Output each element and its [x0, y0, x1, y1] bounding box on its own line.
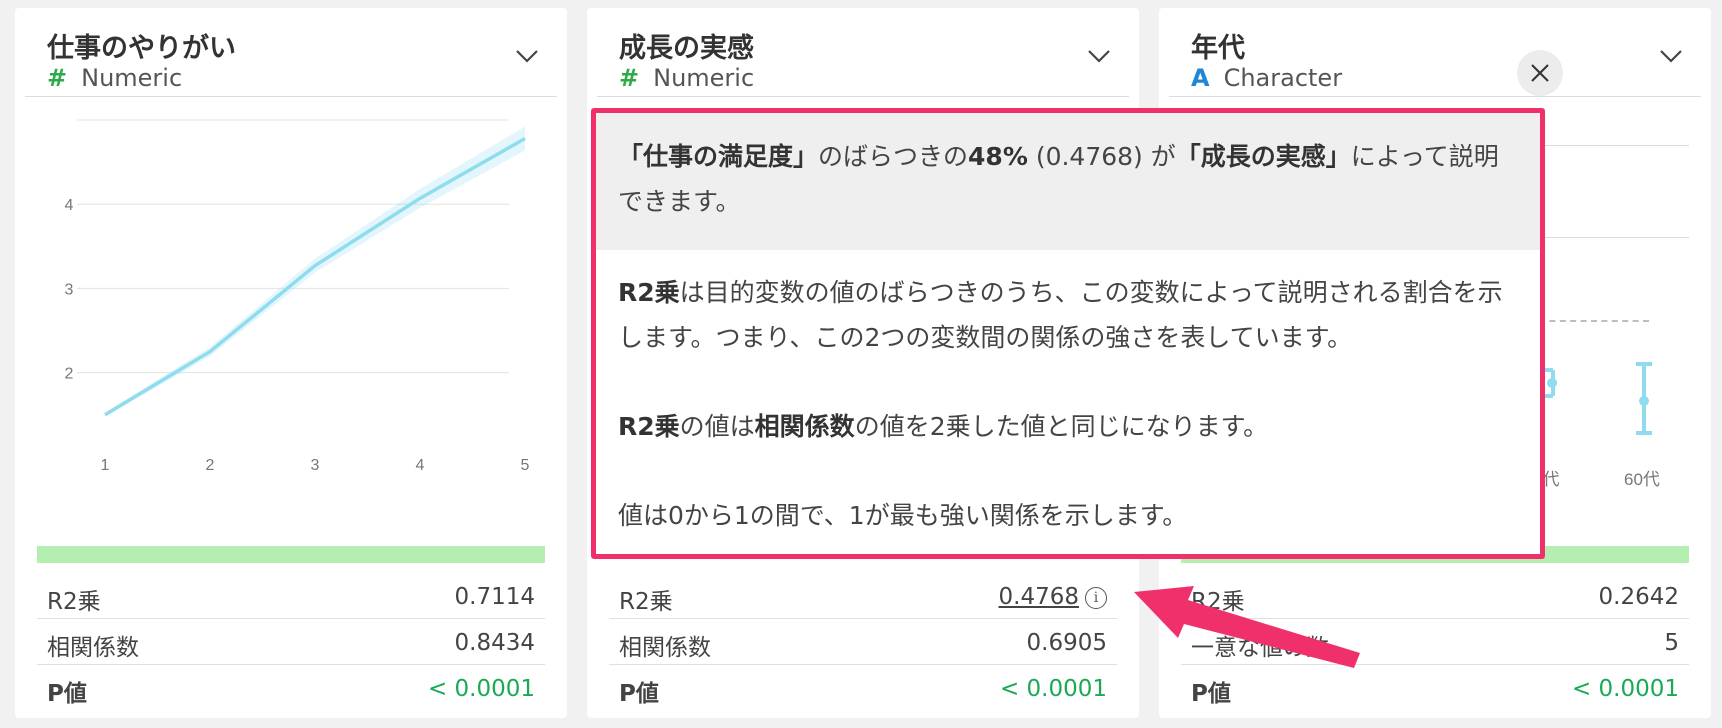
stat-value: 0.7114: [454, 584, 535, 610]
stat-value: < 0.0001: [999, 676, 1107, 702]
stat-label: R2乗: [47, 589, 101, 615]
y-tick-label: 3: [65, 281, 74, 298]
y-tick-label: 2: [65, 366, 74, 383]
stat-value: 0.2642: [1598, 584, 1679, 610]
card-type: A Character: [1191, 64, 1342, 92]
variable-card-1: 仕事のやりがい # Numeric 2 3 4 1 2 3 4 5 R2乗 0.7114 相関係…: [15, 8, 567, 718]
close-icon: [1531, 64, 1549, 82]
type-label: Character: [1223, 64, 1343, 92]
card-title: 成長の実感: [619, 33, 754, 64]
popup-paragraph: R2乗の値は相関係数の値を2乗した値と同じになります。: [618, 404, 1518, 449]
stat-value: 0.6905: [1026, 630, 1107, 656]
popup-text-fragment: 値は0から1の間で、1が最も強い関係を示します。: [618, 501, 1188, 530]
stat-row-pvalue: P値 < 0.0001: [609, 665, 1117, 710]
numeric-type-icon: #: [47, 64, 68, 92]
popup-text-fragment: の値を2乗した値と同じになります。: [854, 412, 1269, 441]
card-title: 年代: [1191, 33, 1245, 64]
popup-text-fragment: の値は: [679, 412, 755, 441]
chevron-down-icon[interactable]: [1085, 42, 1113, 70]
popup-text-fragment: 相関係数: [754, 412, 855, 441]
x-tick-label: 5: [521, 457, 530, 474]
popup-text-fragment: 「仕事の満足度」: [618, 142, 819, 171]
stat-label: P値: [47, 681, 87, 707]
popup-paragraph: R2乗は目的変数の値のばらつきのうち、この変数によって説明される割合を示します。…: [618, 270, 1518, 360]
stat-label: 相関係数: [619, 635, 711, 661]
stats-table: R2乗 0.4768 i 相関係数 0.6905 P値 < 0.0001: [609, 573, 1117, 710]
stat-row-pvalue: P値 < 0.0001: [37, 665, 545, 710]
r2-value-link[interactable]: 0.4768: [999, 584, 1079, 610]
x-tick-label: 60代: [1624, 470, 1660, 489]
popup-paragraph: 値は0から1の間で、1が最も強い関係を示します。: [618, 493, 1518, 538]
type-label: Numeric: [653, 64, 755, 92]
popup-text-fragment: (0.4768) が: [1027, 142, 1176, 171]
type-label: Numeric: [81, 64, 183, 92]
r2-bar: [37, 546, 545, 563]
x-tick-label: 2: [206, 457, 215, 474]
popup-text-fragment: R2乗: [618, 278, 680, 307]
stats-table: R2乗 0.7114 相関係数 0.8434 P値 < 0.0001: [37, 573, 545, 710]
card-type: # Numeric: [47, 64, 182, 92]
x-tick-label: 4: [416, 457, 425, 474]
card-title: 仕事のやりがい: [47, 33, 236, 64]
card-header: 年代 A Character: [1169, 8, 1701, 97]
stat-value: < 0.0001: [427, 676, 535, 702]
popup-body: R2乗は目的変数の値のばらつきのうち、この変数によって説明される割合を示します。…: [618, 270, 1518, 582]
chevron-down-icon[interactable]: [513, 42, 541, 70]
error-bar-point: [1547, 378, 1557, 388]
x-tick-label: 1: [101, 457, 110, 474]
stat-row-correlation: 相関係数 0.8434: [37, 619, 545, 665]
y-tick-label: 4: [65, 197, 74, 214]
popup-text-fragment: 「成長の実感」: [1175, 142, 1351, 171]
popup-text-fragment: は目的変数の値のばらつきのうち、この変数によって説明される割合を示します。つまり…: [618, 278, 1503, 352]
popup-text-fragment: 48%: [968, 142, 1028, 171]
card-type: # Numeric: [619, 64, 754, 92]
x-tick-label: 3: [311, 457, 320, 474]
numeric-type-icon: #: [619, 64, 640, 92]
stat-label: P値: [1191, 681, 1231, 707]
stat-value-wrap: 0.4768 i: [999, 584, 1107, 610]
popup-text-fragment: のばらつきの: [818, 142, 969, 171]
stat-row-correlation: 相関係数 0.6905: [609, 619, 1117, 665]
close-button[interactable]: [1517, 50, 1563, 96]
stat-label: R2乗: [619, 589, 673, 615]
card-header: 成長の実感 # Numeric: [597, 8, 1129, 97]
stat-value: 5: [1664, 630, 1679, 656]
popup-text-fragment: R2乗: [618, 412, 680, 441]
info-icon[interactable]: i: [1085, 587, 1107, 609]
popup-summary: 「仕事の満足度」のばらつきの48% (0.4768) が「成長の実感」によって説…: [596, 113, 1540, 250]
stat-value: < 0.0001: [1571, 676, 1679, 702]
stat-row-r2: R2乗 0.7114: [37, 573, 545, 619]
stat-value: 0.8434: [454, 630, 535, 656]
card-header: 仕事のやりがい # Numeric: [25, 8, 557, 97]
r2-explanation-popup: 「仕事の満足度」のばらつきの48% (0.4768) が「成長の実感」によって説…: [591, 108, 1545, 559]
confidence-band: [105, 126, 525, 417]
character-type-icon: A: [1191, 64, 1210, 92]
chevron-down-icon[interactable]: [1657, 42, 1685, 70]
stat-label: P値: [619, 681, 659, 707]
stat-label: 相関係数: [47, 635, 139, 661]
error-bar-point: [1639, 396, 1649, 406]
arrow-annotation: [1134, 586, 1360, 668]
line-chart: 2 3 4 1 2 3 4 5: [65, 119, 530, 474]
